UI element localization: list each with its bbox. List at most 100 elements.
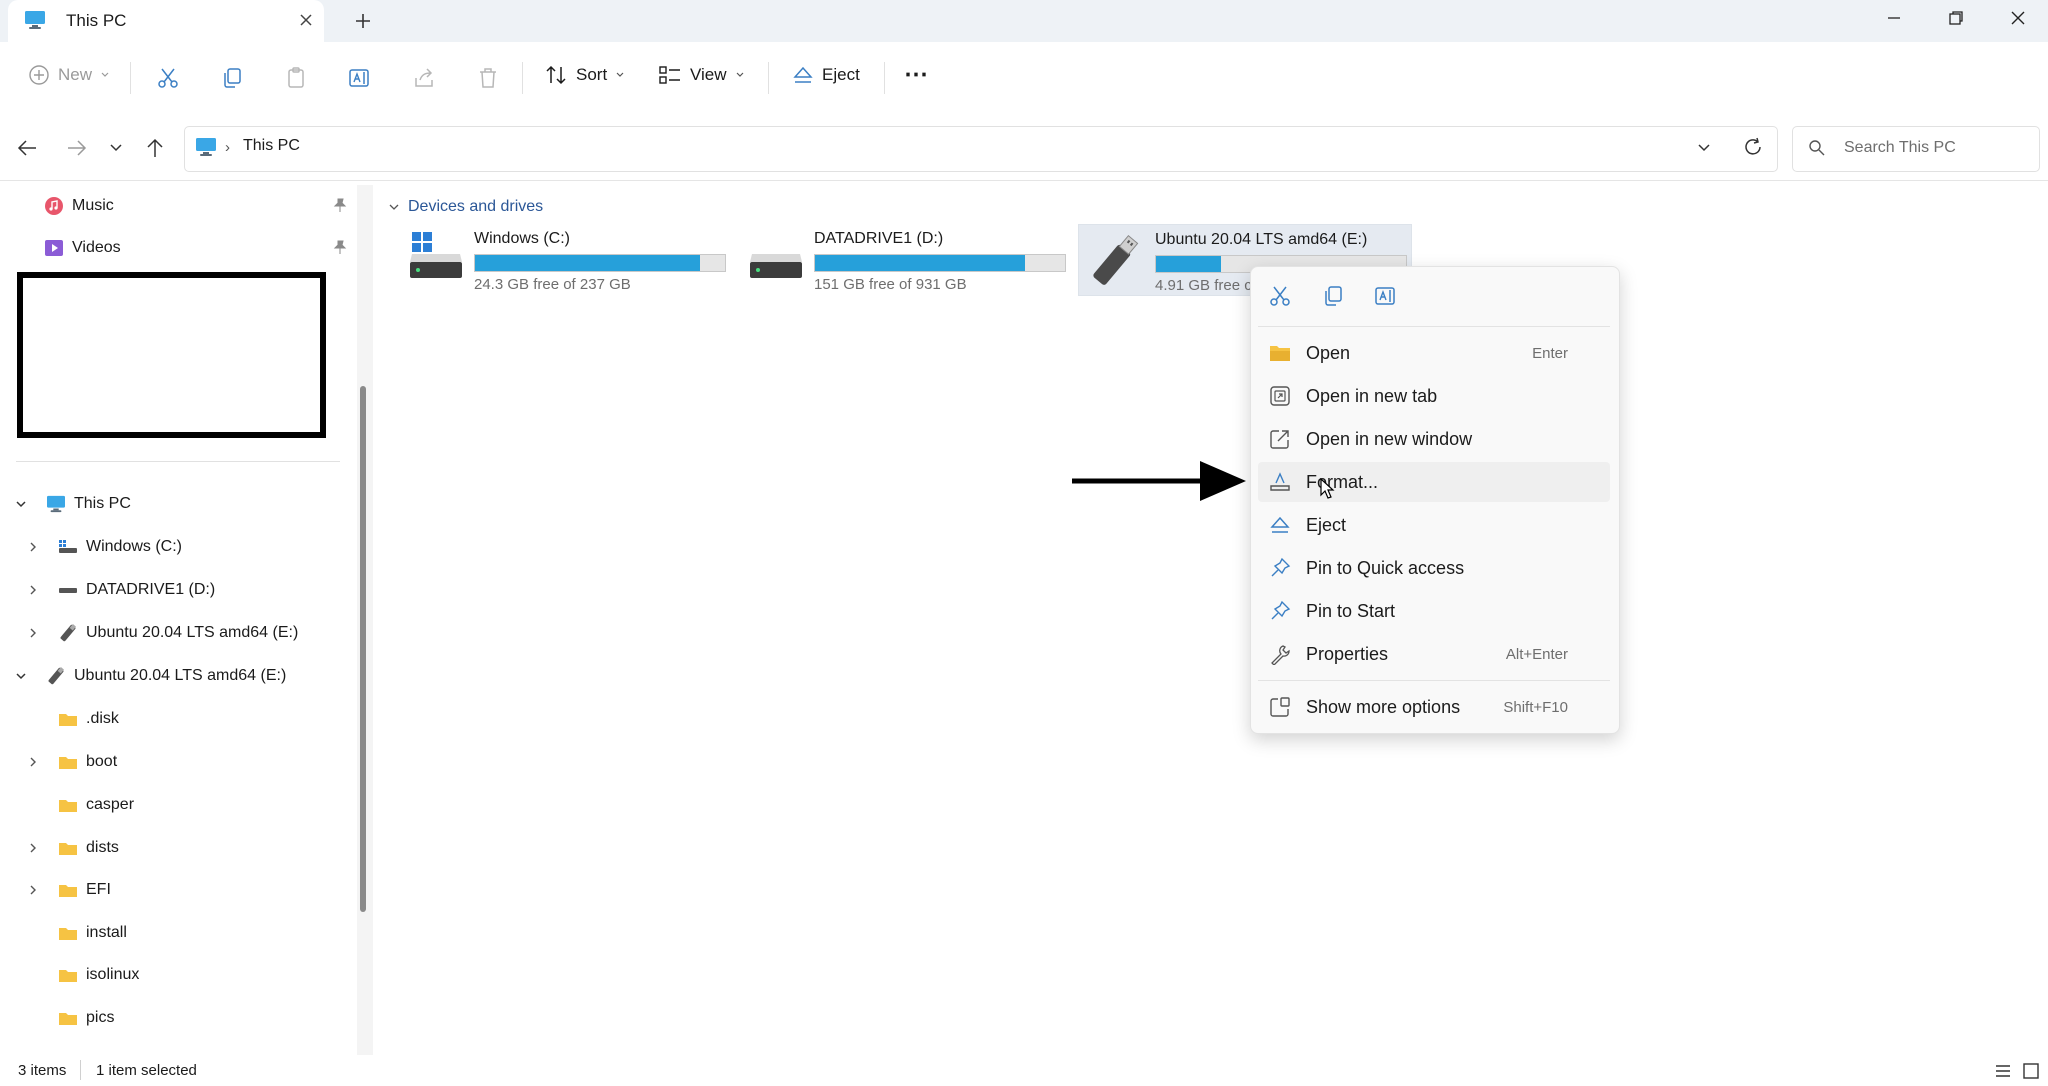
menu-item-open[interactable]: Open Enter	[1258, 333, 1610, 373]
copy-icon[interactable]	[1321, 284, 1345, 308]
back-icon[interactable]	[16, 137, 40, 159]
tree-item-label: This PC	[74, 495, 131, 512]
status-bar	[0, 1055, 2048, 1086]
tree-item-folder[interactable]: dists	[26, 830, 119, 866]
expanded-chevron-icon[interactable]	[14, 497, 32, 511]
cut-icon[interactable]	[156, 66, 180, 90]
new-tab-button[interactable]	[352, 10, 374, 32]
tree-item-label: DATADRIVE1 (D:)	[86, 581, 216, 598]
pin-icon	[1260, 557, 1300, 579]
drive-usage-bar	[814, 254, 1066, 272]
sidebar-item-videos[interactable]: Videos	[44, 230, 121, 266]
collapsed-chevron-icon[interactable]	[26, 755, 44, 769]
drive-tile-d[interactable]: DATADRIVE1 (D:) 151 GB free of 931 GB	[738, 224, 1074, 296]
more-options-icon	[1260, 696, 1300, 718]
drive-name: DATADRIVE1 (D:)	[814, 230, 944, 247]
details-view-icon[interactable]	[1994, 1062, 2012, 1080]
section-header-devices[interactable]: Devices and drives	[388, 198, 543, 216]
new-button[interactable]: New	[28, 64, 110, 86]
tree-item-folder[interactable]: isolinux	[58, 957, 139, 993]
tree-item-ubuntu-e[interactable]: Ubuntu 20.04 LTS amd64 (E:)	[26, 615, 298, 651]
view-icon	[658, 64, 682, 86]
pin-icon	[1260, 600, 1300, 622]
minimize-button[interactable]	[1882, 6, 1906, 30]
menu-item-open-new-tab[interactable]: Open in new tab	[1258, 376, 1610, 416]
hard-drive-icon	[744, 230, 804, 284]
tree-item-datadrive1-d[interactable]: DATADRIVE1 (D:)	[26, 572, 215, 608]
sidebar-item-music[interactable]: Music	[44, 188, 114, 224]
rename-icon[interactable]	[348, 66, 372, 90]
eject-icon	[792, 64, 814, 86]
menu-item-format[interactable]: Format...	[1258, 462, 1610, 502]
search-placeholder[interactable]: Search This PC	[1844, 139, 1956, 157]
tab-title: This PC	[66, 11, 127, 30]
new-label: New	[58, 65, 93, 84]
address-history-chevron-icon[interactable]	[1696, 141, 1712, 155]
address-bar[interactable]	[184, 126, 1778, 172]
windows-drive-icon	[404, 230, 464, 284]
tree-item-label: isolinux	[86, 966, 140, 983]
share-icon[interactable]	[412, 66, 436, 90]
breadcrumb-this-pc[interactable]: This PC	[243, 137, 300, 155]
folder-icon	[58, 967, 78, 983]
restore-button[interactable]	[1944, 6, 1968, 30]
tree-item-folder[interactable]: install	[58, 915, 127, 951]
menu-item-label: Eject	[1306, 514, 1347, 535]
collapsed-chevron-icon[interactable]	[26, 883, 44, 897]
menu-divider	[1258, 680, 1610, 681]
tree-item-folder[interactable]: pics	[58, 1000, 114, 1036]
tab-this-pc[interactable]: This PC	[8, 0, 324, 42]
view-button[interactable]: View	[658, 64, 745, 86]
menu-item-shortcut: Alt+Enter	[1505, 645, 1568, 663]
paste-icon[interactable]	[284, 66, 308, 90]
tree-item-folder[interactable]: .disk	[58, 701, 119, 737]
tree-item-folder[interactable]: EFI	[26, 872, 111, 908]
menu-item-properties[interactable]: Properties Alt+Enter	[1258, 634, 1610, 674]
drive-usage-bar	[474, 254, 726, 272]
tiles-view-icon[interactable]	[2022, 1062, 2040, 1080]
plus-circle-icon	[28, 64, 50, 86]
close-window-button[interactable]	[2006, 6, 2030, 30]
chevron-down-icon	[100, 70, 110, 80]
folder-icon	[58, 711, 78, 727]
sidebar-scrollbar-thumb[interactable]	[360, 386, 366, 912]
menu-item-open-new-window[interactable]: Open in new window	[1258, 419, 1610, 459]
drive-tile-c[interactable]: Windows (C:) 24.3 GB free of 237 GB	[398, 224, 734, 296]
collapsed-chevron-icon[interactable]	[26, 540, 44, 554]
menu-item-pin-start[interactable]: Pin to Start	[1258, 591, 1610, 631]
drive-free-space: 151 GB free of 931 GB	[814, 276, 967, 293]
pin-icon[interactable]	[332, 239, 348, 255]
tree-item-folder[interactable]: boot	[26, 744, 117, 780]
up-icon[interactable]	[144, 136, 166, 160]
sidebar-item-label: Music	[72, 197, 114, 214]
expanded-chevron-icon[interactable]	[14, 669, 32, 683]
eject-button[interactable]: Eject	[792, 64, 860, 86]
pin-icon[interactable]	[332, 197, 348, 213]
recent-locations-chevron-icon[interactable]	[108, 141, 124, 155]
more-options-button[interactable]: ⋯	[904, 60, 928, 89]
menu-item-eject[interactable]: Eject	[1258, 505, 1610, 545]
rename-icon[interactable]	[1374, 284, 1398, 308]
drive-name: Ubuntu 20.04 LTS amd64 (E:)	[1155, 231, 1368, 248]
collapsed-chevron-icon[interactable]	[26, 841, 44, 855]
tree-item-this-pc[interactable]: This PC	[14, 486, 131, 522]
menu-item-pin-quick-access[interactable]: Pin to Quick access	[1258, 548, 1610, 588]
copy-icon[interactable]	[220, 66, 244, 90]
sort-button[interactable]: Sort	[544, 64, 625, 86]
delete-icon[interactable]	[476, 66, 500, 90]
tree-item-label: Windows (C:)	[86, 538, 183, 555]
menu-item-show-more-options[interactable]: Show more options Shift+F10	[1258, 687, 1610, 727]
close-tab-icon[interactable]	[296, 10, 316, 30]
chevron-down-icon	[735, 70, 745, 80]
cut-icon[interactable]	[1268, 284, 1292, 308]
menu-item-label: Properties	[1306, 643, 1389, 664]
drive-usage-fill	[1156, 256, 1221, 272]
tree-item-ubuntu-e-expanded[interactable]: Ubuntu 20.04 LTS amd64 (E:)	[14, 658, 286, 694]
collapsed-chevron-icon[interactable]	[26, 626, 44, 640]
forward-icon[interactable]	[64, 137, 88, 159]
refresh-icon[interactable]	[1742, 136, 1764, 158]
tree-item-windows-c[interactable]: Windows (C:)	[26, 529, 182, 565]
tree-item-folder[interactable]: casper	[58, 787, 134, 823]
collapsed-chevron-icon[interactable]	[26, 583, 44, 597]
tree-item-label: .disk	[86, 710, 119, 727]
